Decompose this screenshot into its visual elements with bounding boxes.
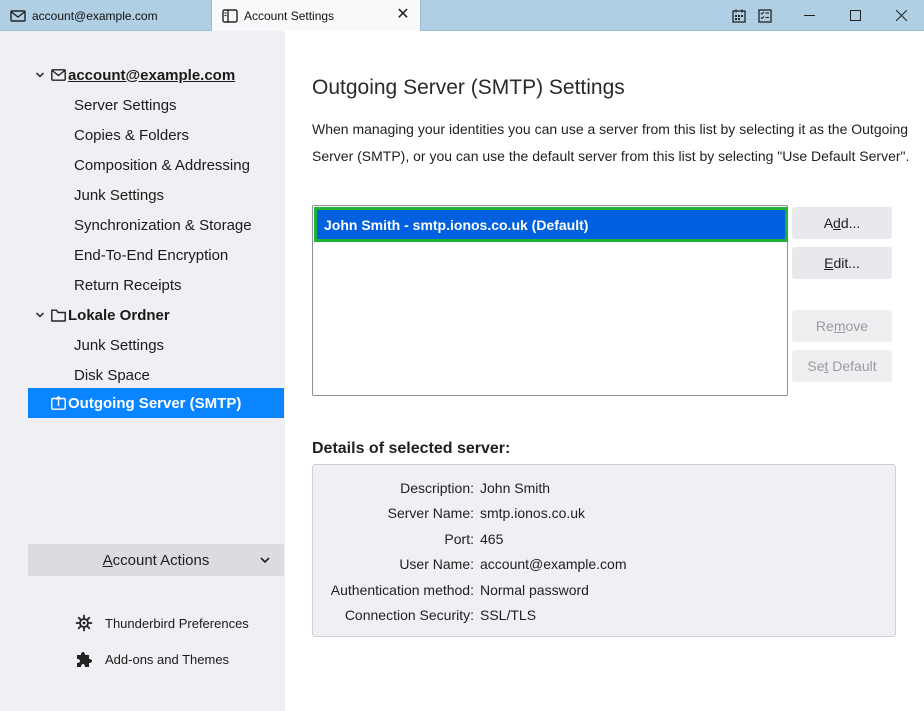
account-tree-sidebar: account@example.com Server Settings Copi… <box>0 31 285 711</box>
tasks-icon[interactable] <box>754 5 776 27</box>
smtp-server-list[interactable]: John Smith - smtp.ionos.co.uk (Default) <box>312 205 788 396</box>
account-label: account@example.com <box>68 66 236 84</box>
account-row-local-folders[interactable]: Lokale Ordner <box>28 300 284 330</box>
sidebar-item-label: Disk Space <box>74 366 150 384</box>
detail-value: smtp.ionos.co.uk <box>480 504 586 521</box>
details-heading: Details of selected server: <box>312 440 511 457</box>
sidebar-item-local-junk[interactable]: Junk Settings <box>28 330 284 360</box>
smtp-server-item[interactable]: John Smith - smtp.ionos.co.uk (Default) <box>314 207 788 242</box>
sidebar-item-server-settings[interactable]: Server Settings <box>28 90 284 120</box>
minimize-button[interactable] <box>786 0 832 31</box>
sidebar-item-label: Outgoing Server (SMTP) <box>68 394 242 412</box>
detail-row-connection-security: Connection Security: SSL/TLS <box>313 602 897 627</box>
sidebar-item-copies-folders[interactable]: Copies & Folders <box>28 120 284 150</box>
close-window-button[interactable] <box>878 0 924 31</box>
sidebar-item-disk-space[interactable]: Disk Space <box>28 360 284 390</box>
page-title: Outgoing Server (SMTP) Settings <box>312 76 625 99</box>
edit-server-button[interactable]: Edit... <box>792 247 892 279</box>
tab-mail[interactable]: account@example.com <box>0 0 210 31</box>
sidebar-item-composition[interactable]: Composition & Addressing <box>28 150 284 180</box>
detail-row-auth-method: Authentication method: Normal password <box>313 577 897 602</box>
detail-value: John Smith <box>480 479 551 496</box>
detail-label: Authentication method: <box>330 581 474 598</box>
sidebar-item-return-receipts[interactable]: Return Receipts <box>28 270 284 300</box>
maximize-button[interactable] <box>832 0 878 31</box>
chevron-down-icon[interactable] <box>34 70 46 80</box>
window-controls <box>724 0 924 31</box>
server-item-label: John Smith - smtp.ionos.co.uk (Default) <box>324 216 589 233</box>
sidebar-item-label: Junk Settings <box>74 336 165 354</box>
detail-label: Port: <box>444 530 474 547</box>
chevron-down-icon[interactable] <box>34 310 46 320</box>
server-details-panel: Description: John Smith Server Name: smtp.… <box>312 464 896 637</box>
mail-icon <box>50 68 66 82</box>
detail-label: User Name: <box>399 555 474 572</box>
set-default-button[interactable]: Se t Default <box>792 350 892 382</box>
settings-page-icon <box>222 9 238 23</box>
tab-account-settings[interactable]: Account Settings ✕ <box>211 0 421 32</box>
add-server-button[interactable]: Ad d... <box>792 207 892 239</box>
detail-label: Connection Security: <box>344 606 474 623</box>
tab-label: account@example.com <box>32 8 158 23</box>
detail-value: SSL/TLS <box>480 606 537 623</box>
detail-value: 465 <box>480 530 504 547</box>
outgoing-server-icon <box>50 396 66 410</box>
sidebar-item-label: Copies & Folders <box>74 126 190 144</box>
detail-label: Description: <box>400 479 474 496</box>
sidebar-item-junk-settings[interactable]: Junk Settings <box>28 180 284 210</box>
sidebar-item-label: Return Receipts <box>74 276 182 294</box>
mail-icon <box>10 9 26 23</box>
link-label: Add-ons and Themes <box>105 651 230 667</box>
sidebar-item-label: Synchronization & Storage <box>74 216 252 234</box>
sidebar-item-label: Server Settings <box>74 96 177 114</box>
account-actions-label: Account Actions <box>102 551 210 569</box>
close-tab-icon[interactable]: ✕ <box>396 7 410 23</box>
tab-label: Account Settings <box>244 9 335 23</box>
thunderbird-preferences-link[interactable]: Thunderbird Preferences <box>74 611 249 635</box>
remove-server-button[interactable]: Re m ove <box>792 310 892 342</box>
chevron-down-icon <box>258 553 272 567</box>
sidebar-item-label: Composition & Addressing <box>74 156 250 174</box>
detail-value: Normal password <box>480 581 589 598</box>
folder-icon <box>50 308 66 322</box>
account-actions-button[interactable]: Account Actions <box>28 544 284 576</box>
account-row-main[interactable]: account@example.com <box>28 60 284 90</box>
sidebar-item-sync-storage[interactable]: Synchronization & Storage <box>28 210 284 240</box>
detail-label: Server Name: <box>387 504 474 521</box>
page-description: When managing your identities you can us… <box>312 121 910 164</box>
detail-value: account@example.com <box>480 555 627 572</box>
title-bar: account@example.com Account Settings ✕ <box>0 0 924 32</box>
link-label: Thunderbird Preferences <box>105 615 249 631</box>
puzzle-icon <box>74 649 94 669</box>
account-label: Lokale Ordner <box>68 306 170 324</box>
addons-themes-link[interactable]: Add-ons and Themes <box>74 647 229 671</box>
sidebar-item-label: End-To-End Encryption <box>74 246 229 264</box>
calendar-icon[interactable] <box>728 5 750 27</box>
detail-row-user-name: User Name: account@example.com <box>313 551 897 576</box>
main-panel: Outgoing Server (SMTP) Settings When man… <box>285 31 924 711</box>
gear-icon <box>74 613 94 633</box>
detail-row-port: Port: 465 <box>313 526 897 551</box>
sidebar-item-outgoing-server[interactable]: Outgoing Server (SMTP) <box>28 388 284 418</box>
detail-row-description: Description: John Smith <box>313 475 897 500</box>
sidebar-item-e2e-encryption[interactable]: End-To-End Encryption <box>28 240 284 270</box>
detail-row-server-name: Server Name: smtp.ionos.co.uk <box>313 500 897 525</box>
sidebar-item-label: Junk Settings <box>74 186 165 204</box>
